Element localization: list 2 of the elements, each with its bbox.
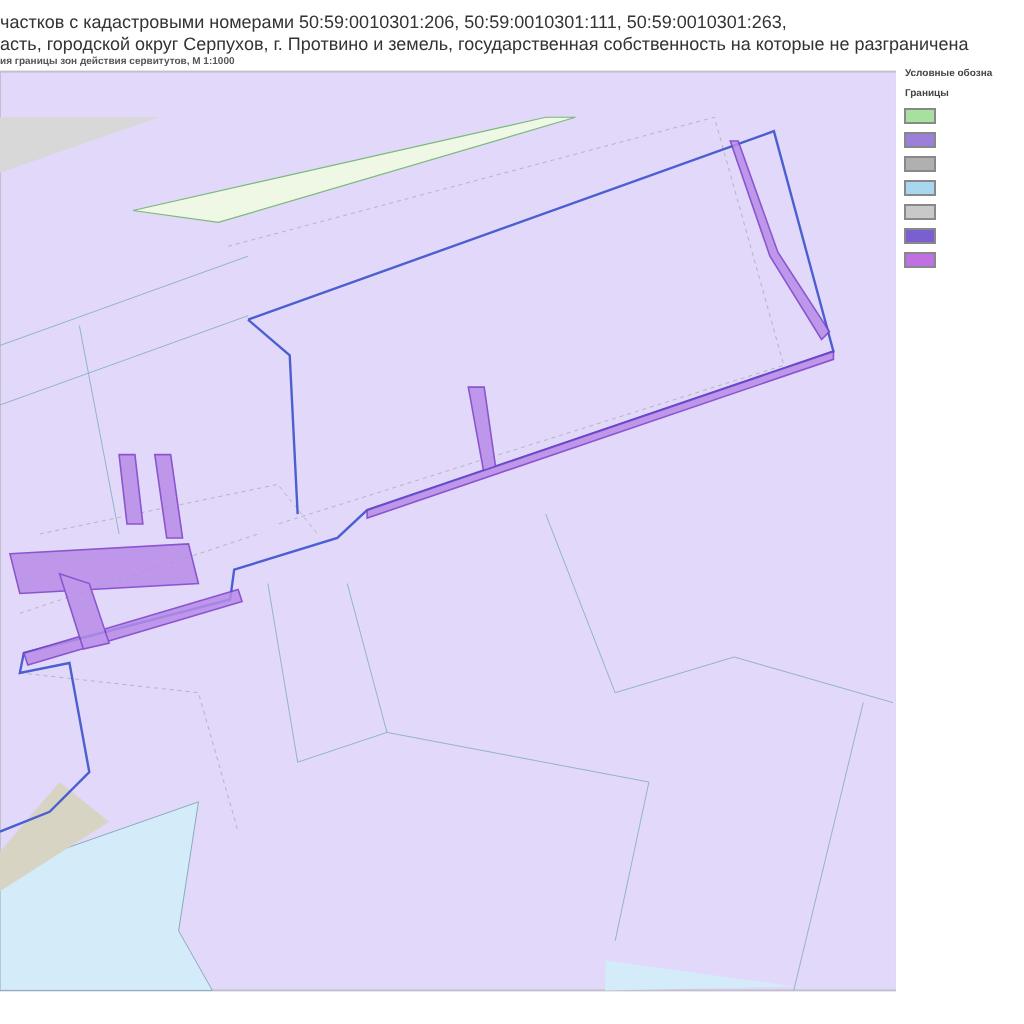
header-line: асть, городской округ Серпухов, г. Протвино и земель, государственная собственность на которые не разграничена xyxy=(0,34,971,54)
header-line: частков с кадастровыми номерами 50:59:0010301:206, 50:59:0010301:111, 50:59:0010301:263, xyxy=(0,12,789,32)
